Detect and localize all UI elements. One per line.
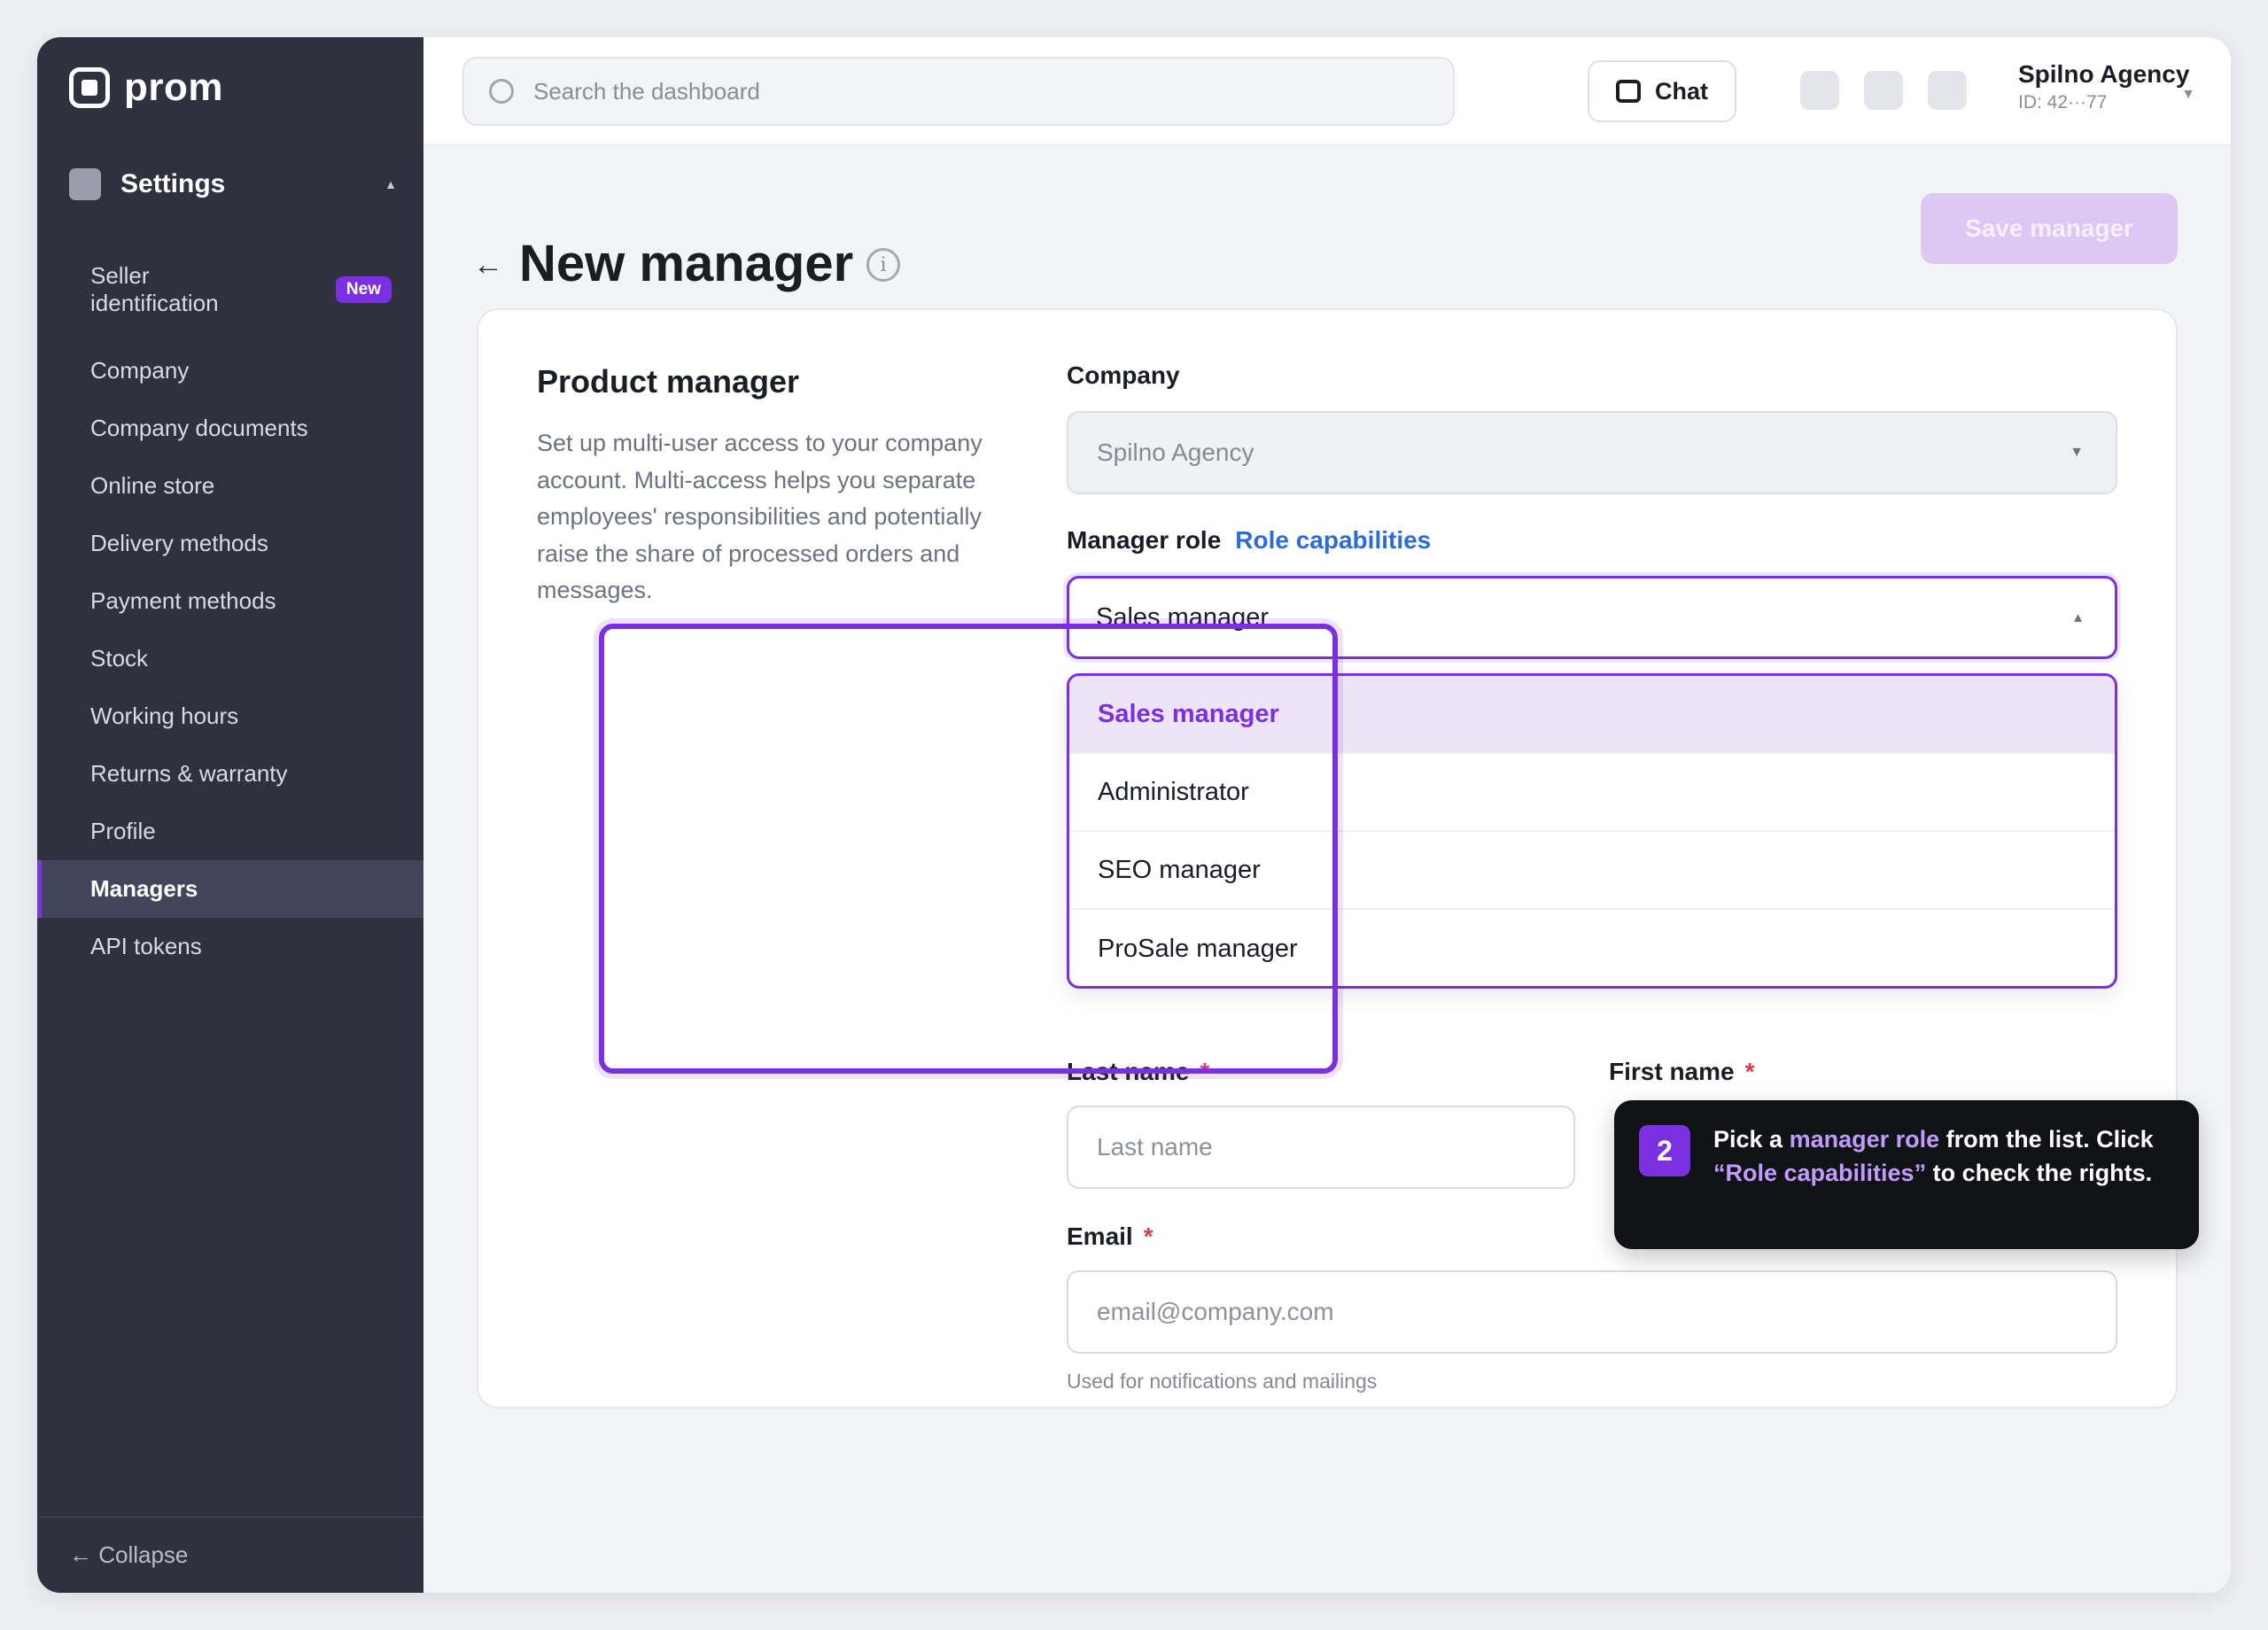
sidebar-item-online-store[interactable]: Online store [37, 457, 423, 515]
sidebar-item-label: Company [90, 357, 190, 384]
chevron-up-icon: ▲ [384, 177, 397, 191]
role-option-prosale-manager[interactable]: ProSale manager [1069, 910, 2115, 986]
manager-role-dropdown: Sales manager Administrator SEO manager … [1067, 673, 2117, 989]
sidebar-item-company-documents[interactable]: Company documents [37, 400, 423, 457]
back-arrow-icon[interactable]: ← [473, 248, 503, 283]
chat-button-label: Chat [1655, 77, 1708, 105]
sidebar: prom Settings ▲ Seller identification Ne… [37, 37, 423, 1593]
onboarding-tooltip: 2 Pick a manager role from the list. Cli… [1614, 1100, 2199, 1249]
account-menu[interactable]: Spilno Agency ID: 42···77 [2018, 60, 2189, 113]
chevron-down-icon[interactable]: ▼ [2181, 87, 2195, 103]
settings-section-title: Settings [120, 169, 226, 198]
chat-icon [1616, 80, 1641, 103]
manager-role-select-value: Sales manager [1096, 602, 1270, 632]
required-mark: * [1200, 1058, 1210, 1085]
required-mark: * [1143, 1222, 1153, 1250]
role-capabilities-link[interactable]: Role capabilities [1235, 526, 1431, 554]
sidebar-item-label: Profile [90, 818, 156, 844]
sidebar-item-profile[interactable]: Profile [37, 803, 423, 860]
first-name-label-row: First name * [1609, 1058, 1755, 1086]
sidebar-item-label: API tokens [90, 933, 202, 959]
manager-role-label-row: Manager role Role capabilities [1067, 526, 1431, 555]
sidebar-item-payment-methods[interactable]: Payment methods [37, 572, 423, 630]
sidebar-item-delivery-methods[interactable]: Delivery methods [37, 515, 423, 572]
account-id: ID: 42···77 [2018, 92, 2108, 113]
section-title: Product manager [537, 363, 800, 400]
role-option-administrator[interactable]: Administrator [1069, 754, 2115, 832]
sidebar-item-company[interactable]: Company [37, 342, 423, 400]
section-description: Set up multi-user access to your company… [537, 430, 983, 603]
tooltip-highlight-manager-role: manager role [1789, 1126, 1940, 1153]
save-manager-button[interactable]: Save manager [1921, 193, 2178, 264]
role-option-seo-manager[interactable]: SEO manager [1069, 832, 2115, 910]
company-select-value: Spilno Agency [1097, 439, 1254, 466]
new-badge: New [335, 276, 392, 303]
required-mark: * [1744, 1058, 1755, 1085]
sidebar-item-label: Returns & warranty [90, 760, 288, 787]
info-icon[interactable]: i [866, 248, 900, 282]
tooltip-text-part: to check the rights. [1926, 1159, 2153, 1186]
last-name-label: Last name [1067, 1058, 1190, 1085]
settings-section-toggle[interactable]: Settings ▲ [69, 158, 397, 211]
top-bar: Chat Spilno Agency ID: 42···77 ▼ [423, 37, 2231, 145]
sidebar-item-label: Payment methods [90, 587, 276, 614]
app-window: prom Settings ▲ Seller identification Ne… [37, 37, 2231, 1593]
page-title: New manager [519, 235, 854, 292]
first-name-label: First name [1609, 1058, 1735, 1085]
tooltip-text-part: Pick a [1713, 1126, 1790, 1153]
sidebar-item-label: Online store [90, 472, 215, 499]
settings-icon [69, 168, 101, 200]
prom-logo-icon [69, 67, 110, 108]
email-hint: Used for notifications and mailings [1067, 1370, 1378, 1393]
manager-role-select[interactable]: Sales manager ▲ [1067, 576, 2117, 659]
notifications-icon[interactable] [1800, 71, 1839, 110]
sidebar-item-api-tokens[interactable]: API tokens [37, 918, 423, 975]
last-name-input[interactable] [1067, 1106, 1575, 1189]
email-label: Email [1067, 1222, 1133, 1250]
sidebar-item-label: Managers [90, 875, 198, 902]
chat-button[interactable]: Chat [1588, 60, 1736, 122]
manager-role-label: Manager role [1067, 526, 1222, 554]
help-icon[interactable] [1928, 71, 1967, 110]
messages-icon[interactable] [1864, 71, 1903, 110]
brand-name: prom [124, 66, 223, 109]
sidebar-item-seller-identification[interactable]: Seller identification New [37, 257, 423, 342]
sidebar-nav: Seller identification New Company Compan… [37, 257, 423, 975]
search-icon [489, 79, 514, 104]
account-name: Spilno Agency [2018, 60, 2190, 88]
sidebar-item-stock[interactable]: Stock [37, 630, 423, 687]
email-input[interactable] [1067, 1270, 2117, 1354]
sidebar-item-managers[interactable]: Managers [37, 860, 423, 918]
search-input[interactable] [533, 77, 1331, 105]
step-number-badge: 2 [1639, 1125, 1690, 1176]
sidebar-item-working-hours[interactable]: Working hours [37, 687, 423, 745]
role-option-sales-manager[interactable]: Sales manager [1069, 676, 2115, 754]
company-select[interactable]: Spilno Agency ▼ [1067, 411, 2117, 494]
sidebar-item-label: Stock [90, 645, 149, 671]
collapse-sidebar-button[interactable]: ← Collapse [37, 1517, 423, 1593]
sidebar-item-label: Working hours [90, 702, 239, 729]
tooltip-highlight-role-capabilities: “Role capabilities” [1713, 1159, 1927, 1186]
search-box[interactable] [462, 57, 1455, 126]
sidebar-item-returns-warranty[interactable]: Returns & warranty [37, 745, 423, 803]
tooltip-text: Pick a manager role from the list. Click… [1713, 1123, 2183, 1190]
chevron-down-icon: ▼ [2070, 445, 2084, 460]
sidebar-item-label: Seller identification [90, 262, 219, 316]
last-name-label-row: Last name * [1067, 1058, 1209, 1086]
brand-logo[interactable]: prom [69, 66, 223, 110]
email-label-row: Email * [1067, 1222, 1153, 1251]
sidebar-item-label: Company documents [90, 415, 308, 441]
chevron-up-icon: ▲ [2071, 609, 2085, 625]
sidebar-item-label: Delivery methods [90, 530, 268, 556]
tooltip-text-part: from the list. Click [1939, 1126, 2154, 1153]
company-label: Company [1067, 361, 1180, 389]
